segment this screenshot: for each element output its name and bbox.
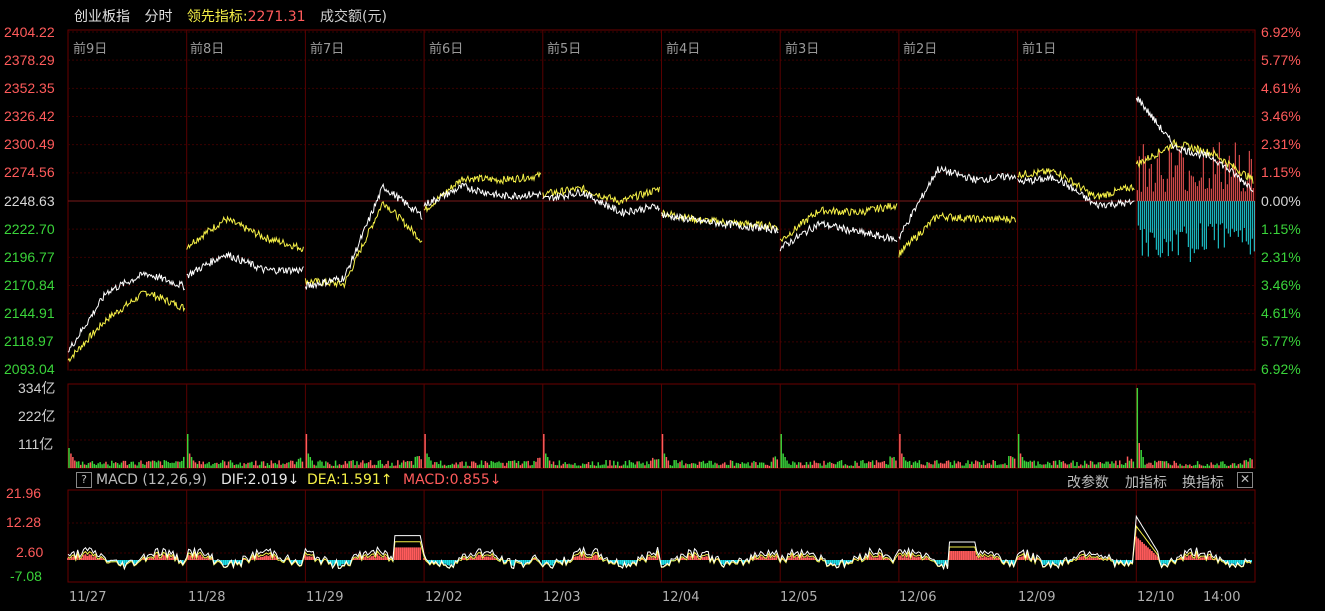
date-label: 11/28 <box>188 590 226 605</box>
macd-title: MACD (12,26,9) <box>96 472 207 488</box>
macd-value: MACD:0.855↓ <box>403 472 502 488</box>
macd-dea: DEA:1.591↑ <box>307 472 393 488</box>
macd-header: ? MACD (12,26,9) DIF:2.019↓ DEA:1.591↑ M… <box>70 470 1255 492</box>
date-label: 12/03 <box>543 590 581 605</box>
help-button[interactable]: ? <box>76 472 92 488</box>
date-label: 12/06 <box>899 590 937 605</box>
switch-indicator-button[interactable]: 换指标 <box>1182 472 1224 492</box>
date-label: 12/10 <box>1137 590 1175 605</box>
date-label: 11/27 <box>69 590 107 605</box>
date-label: 11/29 <box>306 590 344 605</box>
add-indicator-button[interactable]: 加指标 <box>1125 472 1167 492</box>
close-icon[interactable]: ✕ <box>1237 472 1253 488</box>
dea-line <box>67 524 1252 571</box>
day-label: 前1日 <box>1022 42 1057 57</box>
day-label: 前9日 <box>73 42 108 57</box>
day-label: 前6日 <box>429 42 464 57</box>
day-label: 前4日 <box>666 42 701 57</box>
macd-dif: DIF:2.019↓ <box>221 472 300 488</box>
date-label: 12/04 <box>662 590 700 605</box>
day-label: 前7日 <box>310 42 345 57</box>
date-label: 12/02 <box>425 590 463 605</box>
date-label: 12/05 <box>780 590 818 605</box>
chart-canvas <box>67 29 1256 583</box>
date-label: 12/09 <box>1018 590 1056 605</box>
day-label: 前2日 <box>903 42 938 57</box>
day-label: 前5日 <box>547 42 582 57</box>
change-params-button[interactable]: 改参数 <box>1067 472 1109 492</box>
date-label: 14:00 <box>1203 590 1241 605</box>
day-label: 前8日 <box>190 42 225 57</box>
day-label: 前3日 <box>785 42 820 57</box>
